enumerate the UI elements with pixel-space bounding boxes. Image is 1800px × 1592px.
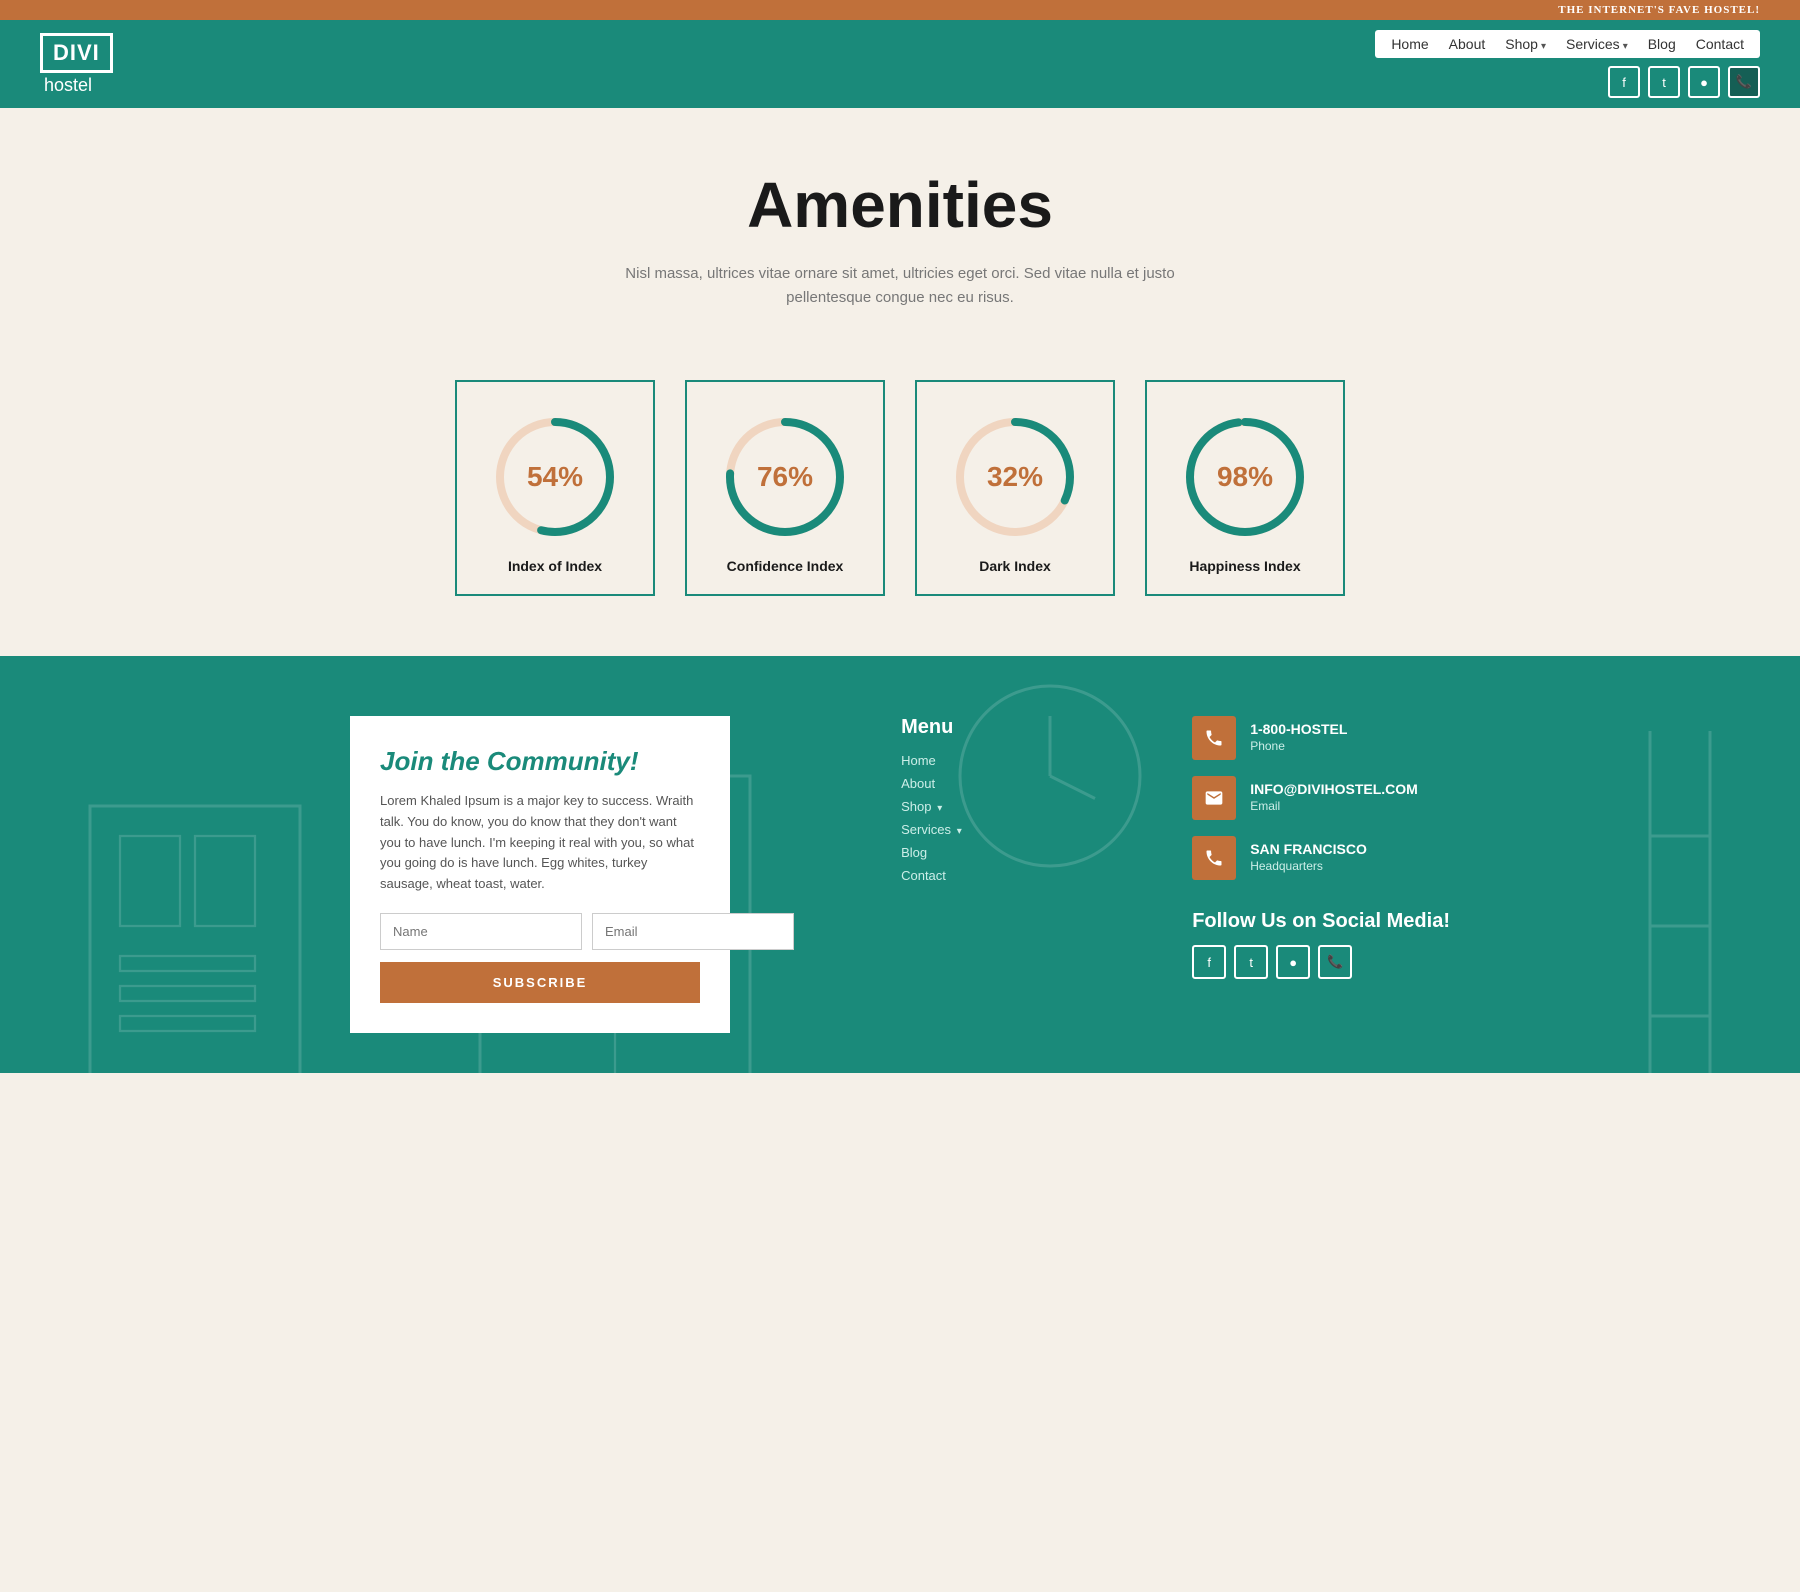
community-body: Lorem Khaled Ipsum is a major key to suc… — [380, 791, 700, 895]
footer-menu: Menu Home About Shop ▾ Services ▾ Blog Contac… — [901, 716, 1021, 1033]
metric-circle-0: 54% — [490, 412, 620, 542]
shop-chevron-icon: ▾ — [934, 803, 942, 814]
contact-item-phone: 1-800-HOSTEL Phone — [1192, 716, 1450, 760]
metric-circle-1: 76% — [720, 412, 850, 542]
nav-services[interactable]: Services▾ — [1566, 36, 1628, 52]
instagram-icon[interactable]: ● — [1688, 66, 1720, 98]
footer-menu-item-home[interactable]: Home — [901, 753, 1021, 768]
contact-item-location: SAN FRANCISCO Headquarters — [1192, 836, 1450, 880]
footer-twitter-icon[interactable]: t — [1234, 945, 1268, 979]
metric-percent-2: 32% — [987, 461, 1043, 493]
footer-menu-item-services[interactable]: Services ▾ — [901, 822, 1021, 837]
site-footer: Join the Community! Lorem Khaled Ipsum i… — [0, 656, 1800, 1073]
metric-percent-1: 76% — [757, 461, 813, 493]
metric-label-0: Index of Index — [508, 558, 602, 574]
metrics-section: 54% Index of Index 76% Confidence Index … — [0, 350, 1800, 656]
footer-social-icons: f t ● 📞 — [1192, 945, 1450, 979]
header-right: Home About Shop▾ Services▾ Blog Contact … — [1375, 30, 1760, 98]
metric-circle-3: 98% — [1180, 412, 1310, 542]
metric-card-0: 54% Index of Index — [455, 380, 655, 596]
page-title: Amenities — [40, 168, 1760, 242]
footer-whatsapp-icon[interactable]: 📞 — [1318, 945, 1352, 979]
twitter-icon[interactable]: t — [1648, 66, 1680, 98]
metric-label-3: Happiness Index — [1189, 558, 1300, 574]
footer-menu-heading: Menu — [901, 716, 1021, 739]
services-chevron-icon: ▾ — [954, 826, 962, 837]
contact-label-2: Headquarters — [1250, 859, 1323, 873]
metric-card-1: 76% Confidence Index — [685, 380, 885, 596]
email-contact-icon — [1192, 776, 1236, 820]
footer-menu-item-blog[interactable]: Blog — [901, 845, 1021, 860]
hero-subtitle: Nisl massa, ultrices vitae ornare sit am… — [600, 262, 1200, 310]
facebook-icon[interactable]: f — [1608, 66, 1640, 98]
subscribe-button[interactable]: SUBSCRIBE — [380, 962, 700, 1003]
contact-item-email: INFO@DIVIHOSTEL.COM Email — [1192, 776, 1450, 820]
metric-percent-3: 98% — [1217, 461, 1273, 493]
footer-social-heading: Follow Us on Social Media! — [1192, 910, 1450, 933]
community-heading: Join the Community! — [380, 746, 700, 777]
contact-value-2: SAN FRANCISCO — [1250, 841, 1367, 857]
hero-section: Amenities Nisl massa, ultrices vitae orn… — [0, 108, 1800, 350]
subscribe-form-row — [380, 913, 700, 950]
shop-chevron-icon: ▾ — [1541, 41, 1546, 52]
metric-card-2: 32% Dark Index — [915, 380, 1115, 596]
name-input[interactable] — [380, 913, 582, 950]
logo-hostel: hostel — [40, 75, 92, 96]
nav-blog[interactable]: Blog — [1648, 36, 1676, 52]
nav-about[interactable]: About — [1449, 36, 1486, 52]
metric-percent-0: 54% — [527, 461, 583, 493]
footer-instagram-icon[interactable]: ● — [1276, 945, 1310, 979]
header-social-icons: f t ● 📞 — [1608, 66, 1760, 98]
footer-social: Follow Us on Social Media! f t ● 📞 — [1192, 910, 1450, 979]
footer-contact: 1-800-HOSTEL Phone INFO@DIVIHOSTEL.COM E… — [1192, 716, 1450, 880]
footer-menu-items: Home About Shop ▾ Services ▾ Blog Contact — [901, 753, 1021, 883]
metric-label-2: Dark Index — [979, 558, 1051, 574]
nav-home[interactable]: Home — [1391, 36, 1428, 52]
metric-label-1: Confidence Index — [727, 558, 844, 574]
logo: DIVI hostel — [40, 33, 113, 96]
contact-text-1: INFO@DIVIHOSTEL.COM Email — [1250, 781, 1418, 815]
footer-contact-social: 1-800-HOSTEL Phone INFO@DIVIHOSTEL.COM E… — [1192, 716, 1450, 1033]
footer-menu-item-about[interactable]: About — [901, 776, 1021, 791]
contact-value-1: INFO@DIVIHOSTEL.COM — [1250, 781, 1418, 797]
contact-value-0: 1-800-HOSTEL — [1250, 721, 1347, 737]
whatsapp-icon[interactable]: 📞 — [1728, 66, 1760, 98]
footer-facebook-icon[interactable]: f — [1192, 945, 1226, 979]
community-box: Join the Community! Lorem Khaled Ipsum i… — [350, 716, 730, 1033]
contact-label-0: Phone — [1250, 739, 1285, 753]
top-bar: THE INTERNET'S FAVE HOSTEL! — [0, 0, 1800, 20]
site-header: DIVI hostel Home About Shop▾ Services▾ B… — [0, 20, 1800, 108]
main-nav: Home About Shop▾ Services▾ Blog Contact — [1375, 30, 1760, 58]
services-chevron-icon: ▾ — [1623, 41, 1628, 52]
contact-label-1: Email — [1250, 799, 1280, 813]
email-input[interactable] — [592, 913, 794, 950]
metric-card-3: 98% Happiness Index — [1145, 380, 1345, 596]
nav-shop[interactable]: Shop▾ — [1505, 36, 1546, 52]
location-contact-icon — [1192, 836, 1236, 880]
logo-divi: DIVI — [40, 33, 113, 73]
contact-text-2: SAN FRANCISCO Headquarters — [1250, 841, 1367, 875]
contact-text-0: 1-800-HOSTEL Phone — [1250, 721, 1347, 755]
nav-contact[interactable]: Contact — [1696, 36, 1744, 52]
footer-menu-item-contact[interactable]: Contact — [901, 868, 1021, 883]
footer-inner: Join the Community! Lorem Khaled Ipsum i… — [350, 716, 1450, 1033]
phone-contact-icon — [1192, 716, 1236, 760]
tagline: THE INTERNET'S FAVE HOSTEL! — [1558, 4, 1760, 16]
metric-circle-2: 32% — [950, 412, 1080, 542]
footer-menu-item-shop[interactable]: Shop ▾ — [901, 799, 1021, 814]
